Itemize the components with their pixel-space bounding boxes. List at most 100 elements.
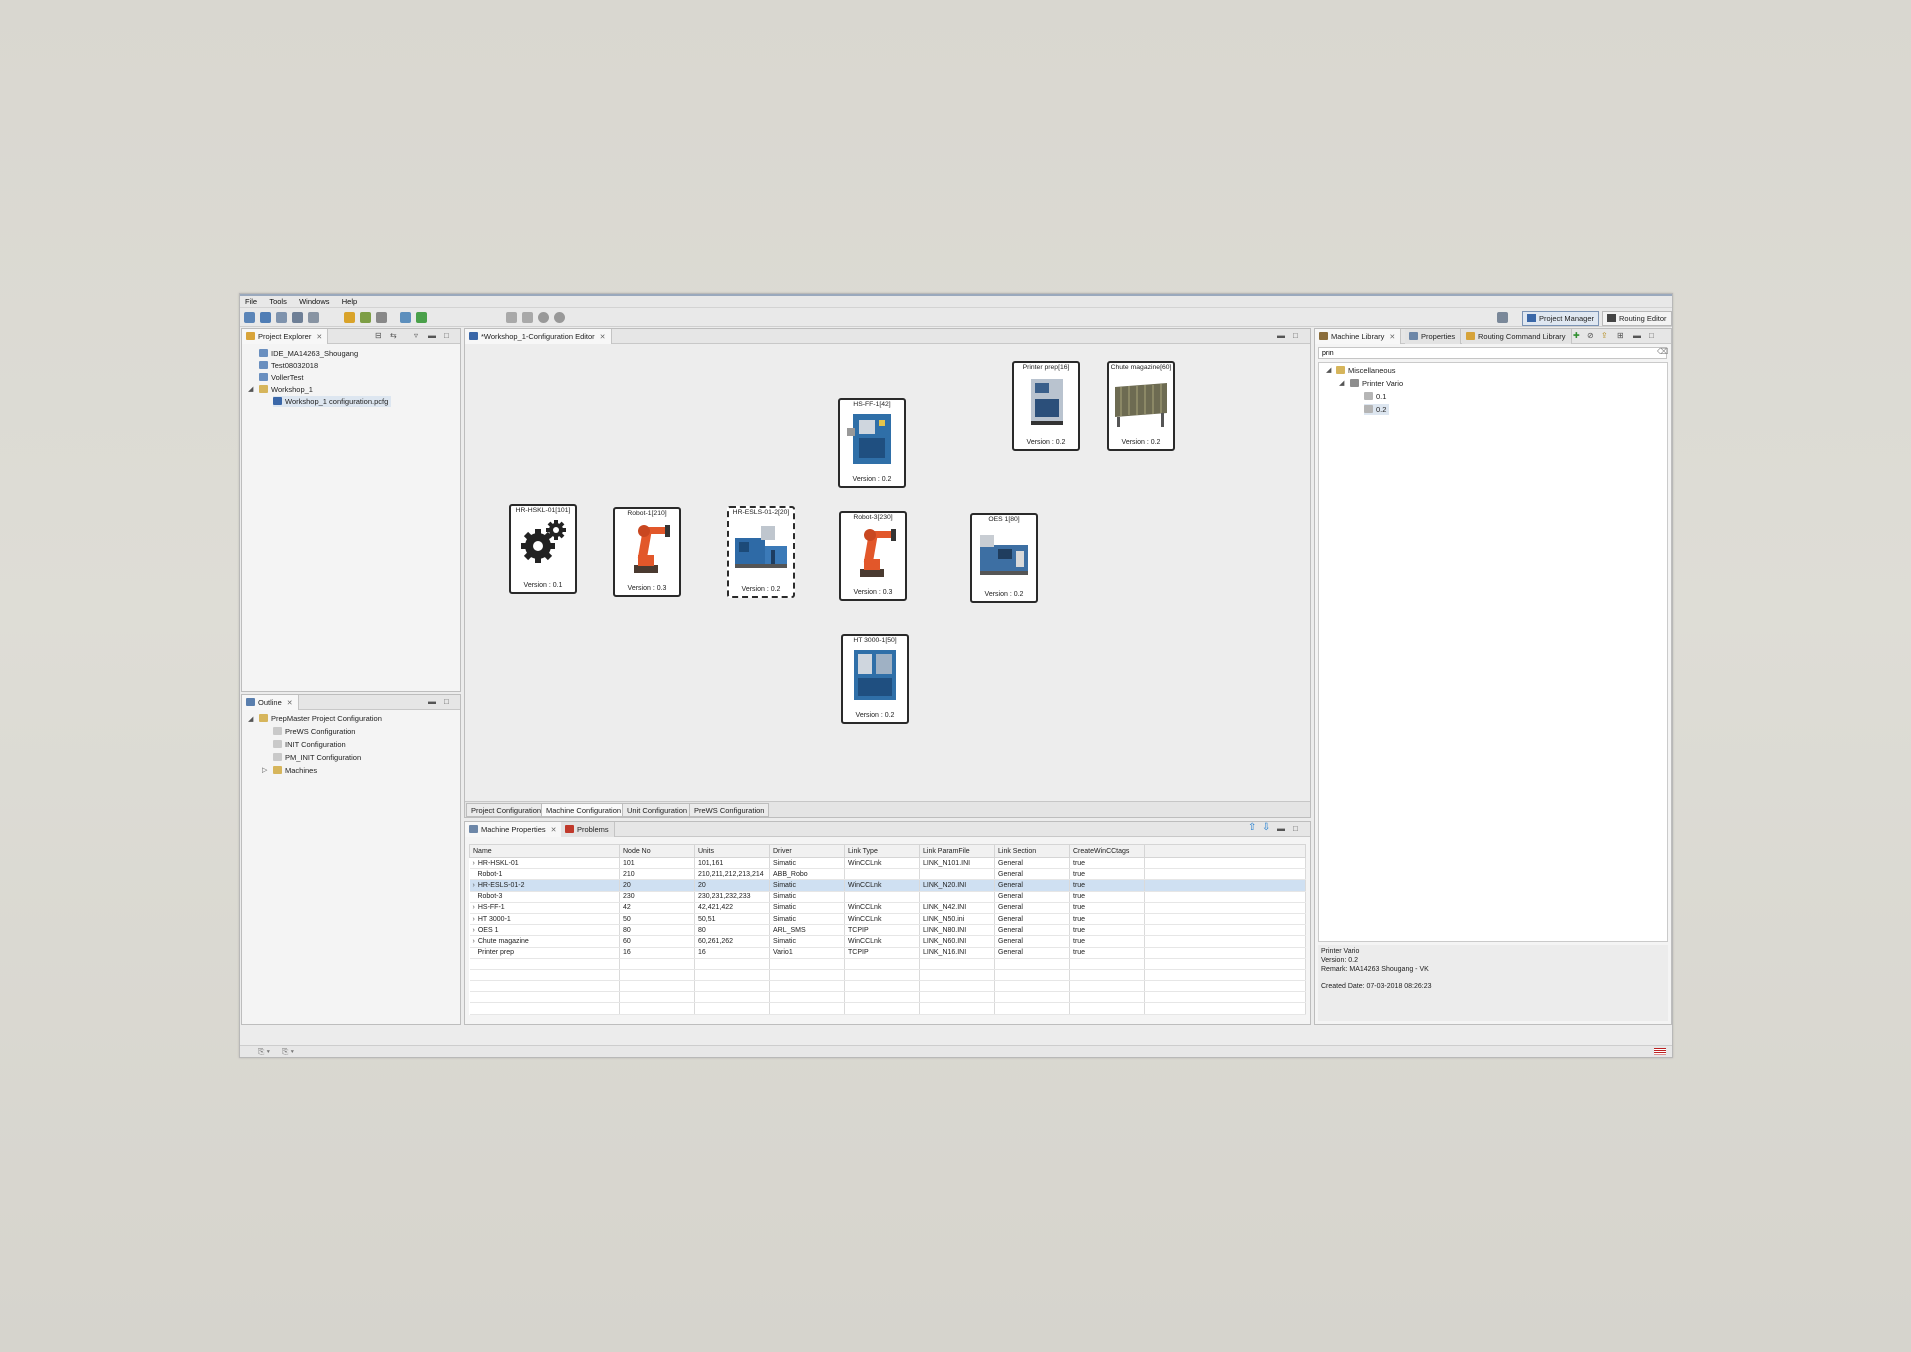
table-cell[interactable]: 230 — [619, 891, 695, 903]
maximize-icon[interactable]: □ — [1293, 331, 1298, 340]
tab-problems[interactable]: Problems — [561, 822, 615, 837]
library-version[interactable]: 0.1 — [1364, 391, 1386, 402]
library-filter-input[interactable] — [1318, 347, 1667, 359]
tab-routing-command-library[interactable]: Routing Command Library — [1462, 329, 1572, 344]
paste-icon[interactable] — [522, 312, 533, 323]
column-header[interactable]: Name — [469, 844, 620, 858]
table-cell[interactable]: TCPIP — [844, 924, 920, 937]
table-cell[interactable]: true — [1069, 857, 1145, 870]
outline-item[interactable]: INIT Configuration — [273, 739, 346, 750]
library-machine[interactable]: Printer Vario — [1350, 378, 1403, 389]
status-tool-icon[interactable]: ⎘ ▾ — [282, 1047, 294, 1057]
table-cell[interactable]: Simatic — [769, 935, 845, 948]
minimize-icon[interactable]: ▬ — [1277, 331, 1285, 340]
open-project-icon[interactable] — [260, 312, 271, 323]
tab-prews-configuration[interactable]: PreWS Configuration — [689, 803, 770, 817]
close-icon[interactable]: ✕ — [551, 827, 557, 834]
table-row[interactable]: › OES 1 80 80 ARL_SMS TCPIP LINK_N80.INI Genera… — [469, 924, 1306, 937]
table-cell[interactable]: true — [1069, 879, 1145, 892]
table-cell[interactable]: 101 — [619, 857, 695, 870]
table-cell[interactable]: General — [994, 947, 1070, 959]
tree-item-project[interactable]: VollerTest — [259, 372, 304, 383]
table-row[interactable]: Printer prep 16 16 Vario1 TCPIP LINK_N16.INI G… — [469, 947, 1306, 959]
maximize-icon[interactable]: □ — [444, 331, 449, 340]
table-cell[interactable]: WinCCLnk — [844, 913, 920, 926]
table-cell[interactable]: 42 — [619, 902, 695, 914]
machine-node[interactable]: Robot-1[210] Version : 0.3 — [613, 507, 681, 597]
close-icon[interactable]: ✕ — [287, 700, 293, 707]
tree-item-project[interactable]: Workshop_1 — [259, 384, 313, 395]
table-cell[interactable]: WinCCLnk — [844, 935, 920, 948]
table-cell[interactable]: LINK_N101.INI — [919, 857, 995, 870]
tab-project-configuration[interactable]: Project Configuration — [466, 803, 547, 817]
table-cell[interactable]: Robot-1 — [469, 868, 620, 881]
expand-arrow-icon[interactable]: ◢ — [1326, 366, 1331, 374]
expand-arrow-icon[interactable]: ◢ — [248, 385, 253, 393]
tree-item-config-file[interactable]: Workshop_1 configuration.pcfg — [273, 396, 392, 407]
move-up-icon[interactable]: ⇧ — [1248, 822, 1256, 833]
library-category[interactable]: Miscellaneous — [1336, 365, 1396, 376]
tab-machine-configuration[interactable]: Machine Configuration — [541, 803, 627, 817]
table-row[interactable]: Robot-1 210 210,211,212,213,214 ABB_Robo Gen… — [469, 868, 1306, 881]
column-header[interactable]: Link Section — [994, 844, 1070, 858]
expand-row-icon[interactable]: › — [473, 882, 475, 889]
table-cell[interactable]: true — [1069, 947, 1145, 959]
table-cell[interactable]: General — [994, 891, 1070, 903]
add-icon[interactable]: ✚ — [1573, 331, 1580, 340]
minimize-icon[interactable]: ▬ — [428, 331, 436, 340]
table-row[interactable]: › HS-FF-1 42 42,421,422 Simatic WinCCLnk LINK_… — [469, 902, 1306, 914]
table-cell[interactable]: LINK_N16.INI — [919, 947, 995, 959]
import-icon[interactable] — [344, 312, 355, 323]
expand-row-icon[interactable]: › — [473, 860, 475, 867]
tab-machine-properties[interactable]: Machine Properties ✕ — [465, 822, 563, 837]
close-icon[interactable]: ✕ — [316, 334, 322, 341]
tab-machine-library[interactable]: Machine Library ✕ — [1315, 329, 1402, 344]
import-library-icon[interactable]: ⇪ — [1601, 331, 1608, 340]
table-cell[interactable]: General — [994, 913, 1070, 926]
table-cell[interactable]: Simatic — [769, 879, 845, 892]
table-cell[interactable]: 80 — [694, 924, 770, 937]
expand-row-icon[interactable]: › — [473, 938, 475, 945]
copy-icon[interactable] — [506, 312, 517, 323]
minimize-icon[interactable]: ▬ — [1633, 331, 1641, 340]
move-down-icon[interactable]: ⇩ — [1262, 822, 1270, 833]
table-cell[interactable]: 50,51 — [694, 913, 770, 926]
perspective-project-manager[interactable]: Project Manager — [1522, 311, 1600, 326]
table-cell[interactable]: 60,261,262 — [694, 935, 770, 948]
outline-item-machines[interactable]: Machines — [273, 765, 317, 776]
table-cell[interactable]: true — [1069, 913, 1145, 926]
remove-icon[interactable]: ⊘ — [1587, 331, 1594, 340]
tab-properties[interactable]: Properties — [1405, 329, 1462, 344]
machine-node[interactable]: Chute magazine[60] Version : 0.2 — [1107, 361, 1175, 451]
machine-node[interactable]: OES 1[80] Version : 0.2 — [970, 513, 1038, 603]
table-cell[interactable]: General — [994, 868, 1070, 881]
outline-item[interactable]: PreWS Configuration — [273, 726, 355, 737]
maximize-icon[interactable]: □ — [444, 697, 449, 706]
table-cell[interactable]: Vario1 — [769, 947, 845, 959]
table-cell[interactable]: true — [1069, 902, 1145, 914]
machine-node[interactable]: Printer prep[16] Version : 0.2 — [1012, 361, 1080, 451]
minimize-icon[interactable]: ▬ — [1277, 824, 1285, 833]
deploy-icon[interactable] — [400, 312, 411, 323]
table-cell[interactable] — [919, 868, 995, 881]
tab-project-explorer[interactable]: Project Explorer ✕ — [242, 329, 329, 344]
minimize-icon[interactable]: ▬ — [428, 697, 436, 706]
expand-arrow-icon[interactable]: ◢ — [1339, 379, 1344, 387]
menu-tools[interactable]: Tools — [264, 296, 292, 307]
table-cell[interactable]: 101,161 — [694, 857, 770, 870]
new-project-icon[interactable] — [244, 312, 255, 323]
open-file-icon[interactable] — [276, 312, 287, 323]
column-header[interactable]: Link Type — [844, 844, 920, 858]
table-cell[interactable]: › Chute magazine — [469, 935, 620, 948]
table-cell[interactable]: LINK_N60.INI — [919, 935, 995, 948]
table-cell[interactable] — [844, 891, 920, 903]
table-row[interactable]: › HT 3000-1 50 50,51 Simatic WinCCLnk LINK_N50… — [469, 913, 1306, 926]
menu-help[interactable]: Help — [337, 296, 362, 307]
table-cell[interactable]: 16 — [694, 947, 770, 959]
table-cell[interactable]: 60 — [619, 935, 695, 948]
tab-unit-configuration[interactable]: Unit Configuration — [622, 803, 693, 817]
machine-node[interactable]: HR-HSKL-01[101] Version: 0.1 — [509, 504, 577, 594]
column-header[interactable]: Node No — [619, 844, 695, 858]
table-cell[interactable]: true — [1069, 891, 1145, 903]
table-cell[interactable]: 16 — [619, 947, 695, 959]
